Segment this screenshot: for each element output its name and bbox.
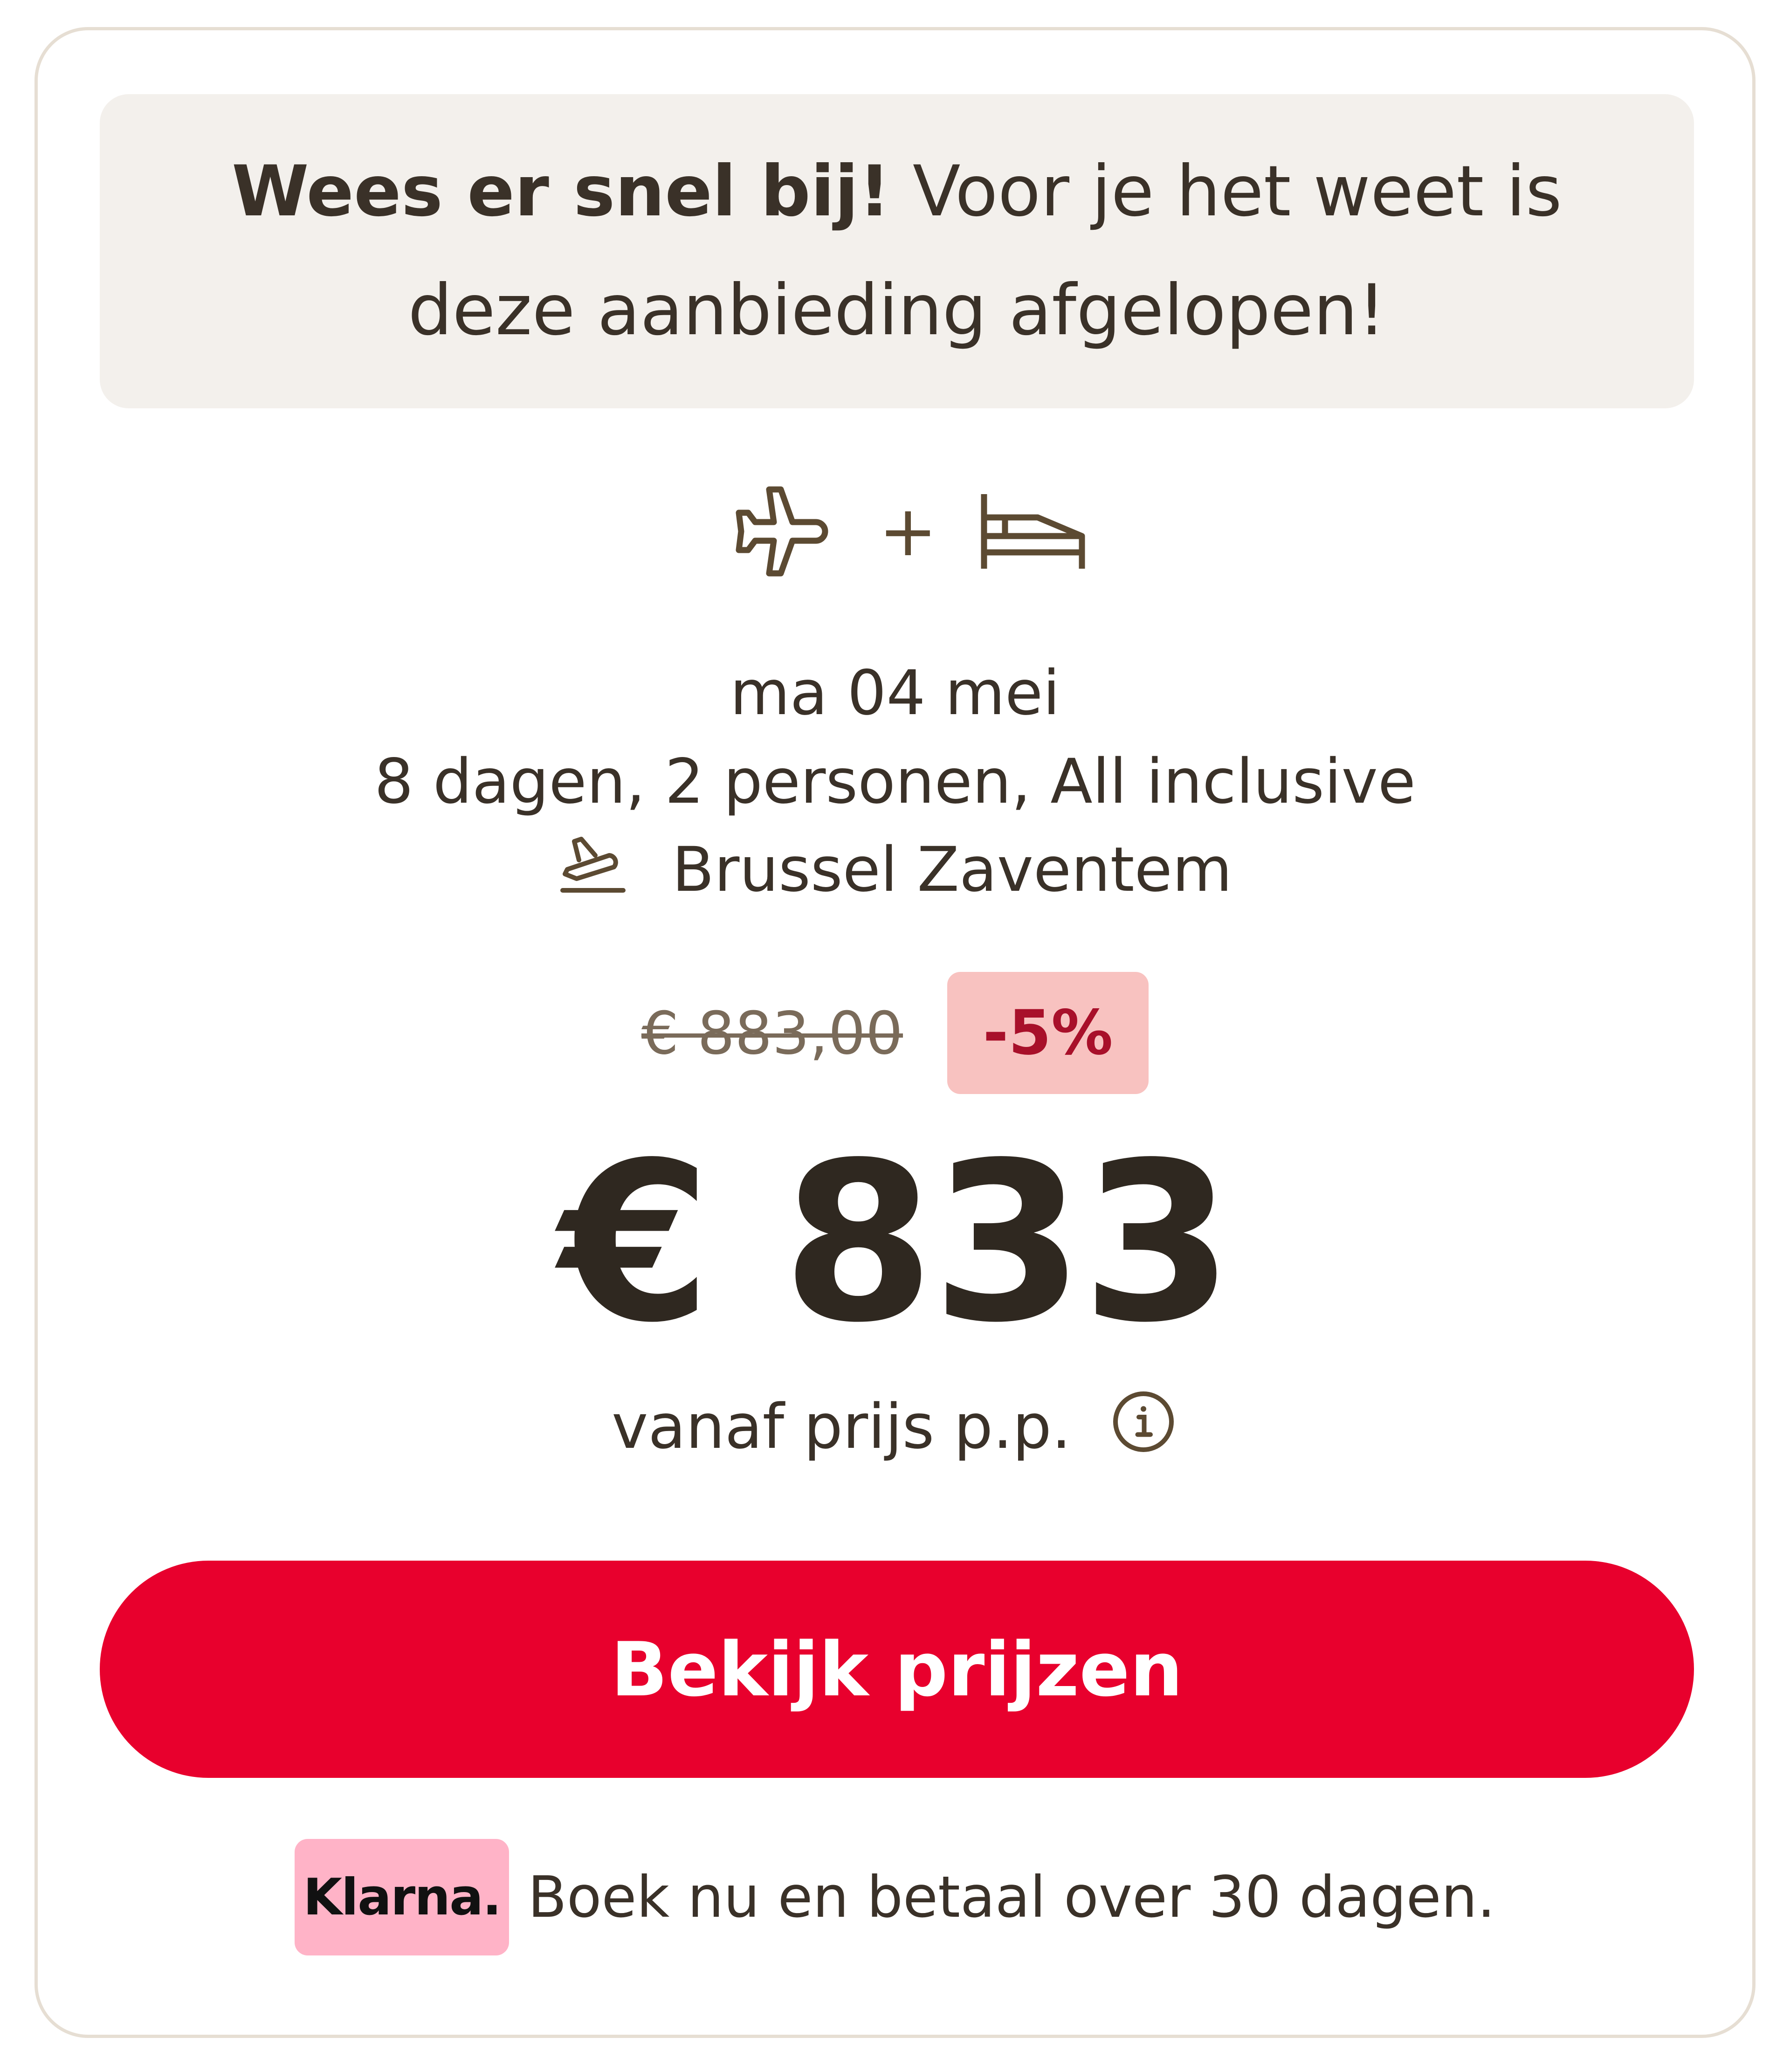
- plus-sign: +: [879, 491, 937, 572]
- info-icon[interactable]: [1108, 1384, 1178, 1469]
- departure-airport: Brussel Zaventem: [0, 830, 1790, 910]
- trip-summary: 8 dagen, 2 personen, All inclusive: [374, 746, 1416, 818]
- urgency-line1-text: Voor je het weet is: [890, 151, 1562, 232]
- current-price: € 833: [559, 1115, 1234, 1370]
- plane-icon: [727, 480, 834, 583]
- price-comparison: € 883,00 -5%: [0, 972, 1790, 1094]
- departure-date: ma 04 mei: [730, 657, 1060, 729]
- discount-badge: -5%: [947, 972, 1149, 1094]
- plane-takeoff-icon: [558, 830, 672, 910]
- view-prices-button[interactable]: Bekijk prijzen: [100, 1561, 1694, 1778]
- klarna-logo: Klarna.: [295, 1839, 509, 1955]
- urgency-bold-text: Wees er snel bij!: [232, 151, 891, 232]
- package-type-icons: +: [727, 480, 1085, 583]
- klarna-message: Boek nu en betaal over 30 dagen.: [528, 1864, 1495, 1930]
- price-label: vanaf prijs p.p.: [612, 1391, 1071, 1463]
- bed-icon: [977, 487, 1089, 576]
- urgency-banner: Wees er snel bij! Voor je het weet is de…: [100, 94, 1694, 408]
- price-note: vanaf prijs p.p.: [0, 1384, 1790, 1469]
- klarna-payment-info: Klarna. Boek nu en betaal over 30 dagen.: [0, 1839, 1790, 1955]
- urgency-line2-text: deze aanbieding afgelopen!: [408, 270, 1386, 351]
- old-price: € 883,00: [641, 998, 903, 1067]
- urgency-message: Wees er snel bij! Voor je het weet is de…: [232, 132, 1562, 370]
- airport-name: Brussel Zaventem: [672, 834, 1232, 906]
